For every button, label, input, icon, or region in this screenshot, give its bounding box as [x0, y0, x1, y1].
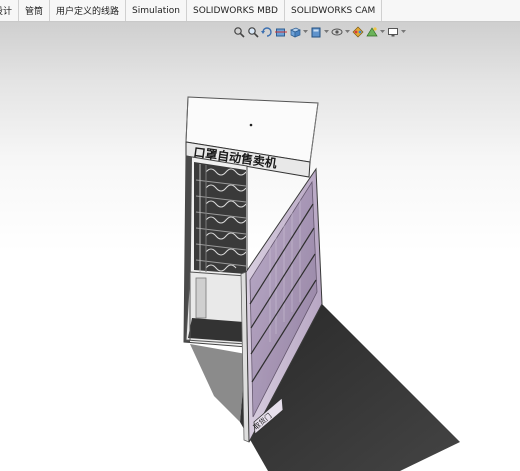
display-style-icon[interactable]	[309, 25, 322, 39]
chevron-down-icon[interactable]	[302, 25, 308, 39]
graphics-area[interactable]: 口罩自动售卖机 取货门	[0, 22, 520, 471]
chevron-down-icon[interactable]	[323, 25, 329, 39]
zoom-to-fit-icon[interactable]	[232, 25, 245, 39]
tab-solidworks-mbd[interactable]: SOLIDWORKS MBD	[187, 0, 285, 21]
edit-appearance-icon[interactable]	[351, 25, 364, 39]
hide-show-items-icon[interactable]	[330, 25, 343, 39]
chevron-down-icon[interactable]	[344, 25, 350, 39]
tab-strip-filler	[382, 0, 520, 21]
command-manager-tabs: 设计 管筒 用户定义的线路 Simulation SOLIDWORKS MBD …	[0, 0, 520, 22]
section-view-icon[interactable]	[274, 25, 287, 39]
chevron-down-icon[interactable]	[400, 25, 406, 39]
tab-design[interactable]: 设计	[0, 0, 20, 21]
chevron-down-icon[interactable]	[379, 25, 385, 39]
tab-simulation[interactable]: Simulation	[126, 0, 187, 21]
solidworks-window: 设计 管筒 用户定义的线路 Simulation SOLIDWORKS MBD …	[0, 0, 520, 471]
zoom-to-area-icon[interactable]	[246, 25, 259, 39]
floor-shadow-soft	[190, 344, 246, 422]
previous-view-icon[interactable]	[260, 25, 273, 39]
view-settings-icon[interactable]	[386, 25, 399, 39]
apply-scene-icon[interactable]	[365, 25, 378, 39]
tab-piping[interactable]: 管筒	[19, 0, 51, 21]
vending-machine-model[interactable]: 口罩自动售卖机 取货门	[0, 22, 520, 471]
pickup-tray	[188, 318, 244, 342]
tab-solidworks-cam[interactable]: SOLIDWORKS CAM	[284, 0, 383, 21]
cabinet-interior	[194, 162, 246, 274]
view-orientation-icon[interactable]	[288, 25, 301, 39]
heads-up-view-toolbar	[232, 24, 406, 40]
tab-user-defined-routing[interactable]: 用户定义的线路	[50, 0, 127, 21]
